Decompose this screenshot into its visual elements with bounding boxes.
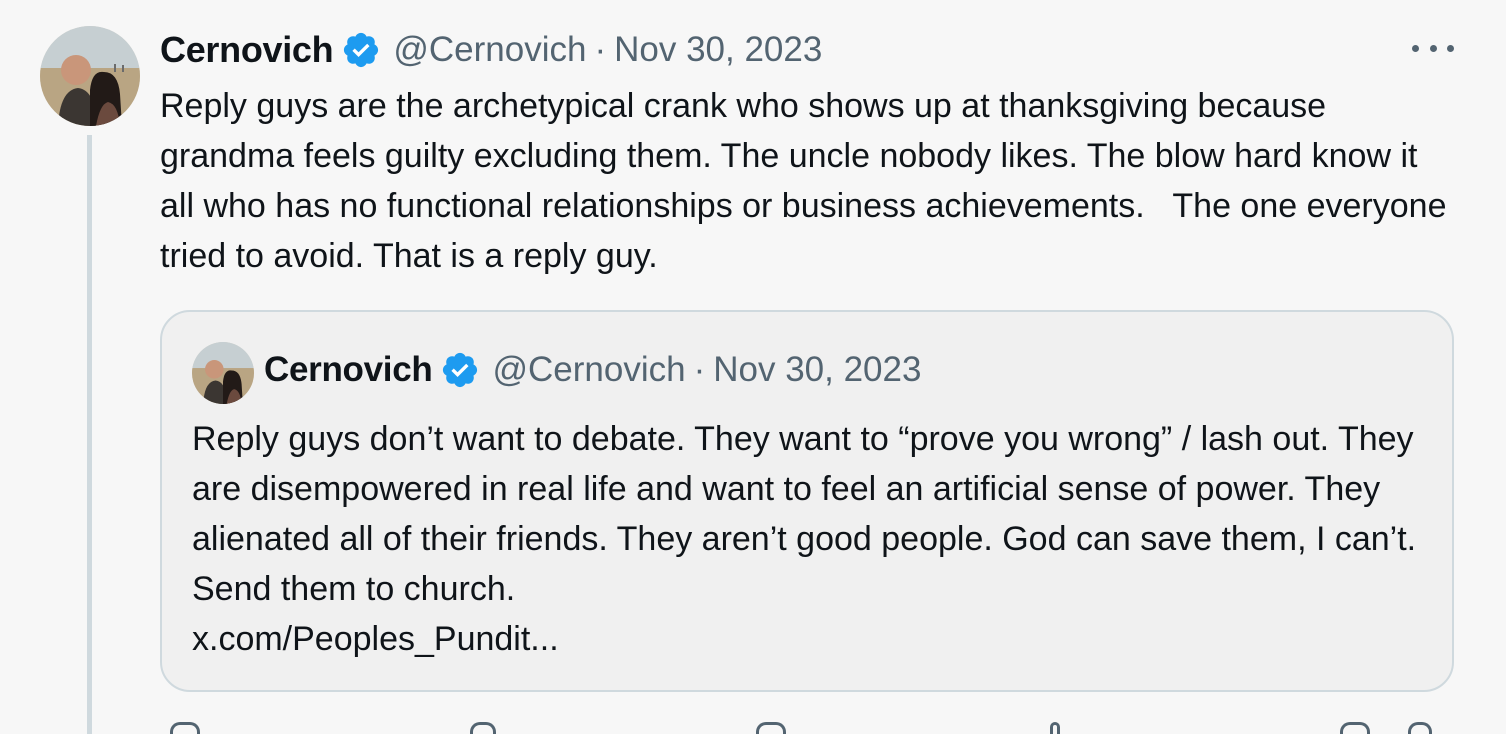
quoted-tweet-body: Reply guys don’t want to debate. They wa…: [192, 420, 1417, 608]
quoted-tweet-header: Cernovich @Cernovich · Nov 30, 2023: [264, 348, 921, 392]
reply-icon[interactable]: [170, 722, 200, 734]
quoted-author-name: Cernovich: [264, 350, 433, 389]
author-handle[interactable]: @Cernovich: [393, 30, 586, 70]
quoted-author-avatar[interactable]: [192, 342, 254, 404]
quoted-tweet[interactable]: Cernovich @Cernovich · Nov 30, 2023 Repl…: [160, 310, 1454, 692]
tweet-action-bar: [160, 722, 1454, 734]
tweet-header: Cernovich @Cernovich · Nov 30, 2023: [160, 28, 822, 72]
quoted-tweet-link[interactable]: x.com/Peoples_Pundit...: [192, 614, 1432, 664]
share-icon[interactable]: [1408, 722, 1432, 734]
profile-photo-icon: [192, 342, 254, 404]
thread-connector-line: [87, 135, 92, 734]
author-avatar[interactable]: [40, 26, 140, 126]
quoted-author-handle: @Cernovich: [492, 350, 686, 389]
tweet-timestamp[interactable]: Nov 30, 2023: [614, 30, 822, 70]
verified-badge-icon[interactable]: [341, 30, 381, 70]
quoted-header-separator: ·: [693, 350, 706, 389]
quoted-tweet-timestamp: Nov 30, 2023: [713, 350, 922, 389]
tweet-thread: Cernovich @Cernovich · Nov 30, 2023 Repl…: [0, 0, 1506, 734]
bookmark-icon[interactable]: [1340, 722, 1370, 734]
profile-photo-icon: [40, 26, 140, 126]
views-icon[interactable]: [1050, 722, 1060, 734]
more-dot: [1429, 44, 1437, 52]
more-dot: [1447, 44, 1454, 52]
repost-icon[interactable]: [470, 722, 496, 734]
verified-badge-icon: [440, 350, 480, 390]
more-horizontal-icon[interactable]: [1412, 34, 1454, 62]
header-separator: ·: [594, 30, 607, 69]
author-name[interactable]: Cernovich: [160, 29, 334, 71]
like-icon[interactable]: [756, 722, 786, 734]
tweet-text: Reply guys are the archetypical crank wh…: [160, 87, 1456, 275]
more-dot: [1412, 44, 1419, 52]
quoted-tweet-text: Reply guys don’t want to debate. They wa…: [192, 414, 1432, 664]
